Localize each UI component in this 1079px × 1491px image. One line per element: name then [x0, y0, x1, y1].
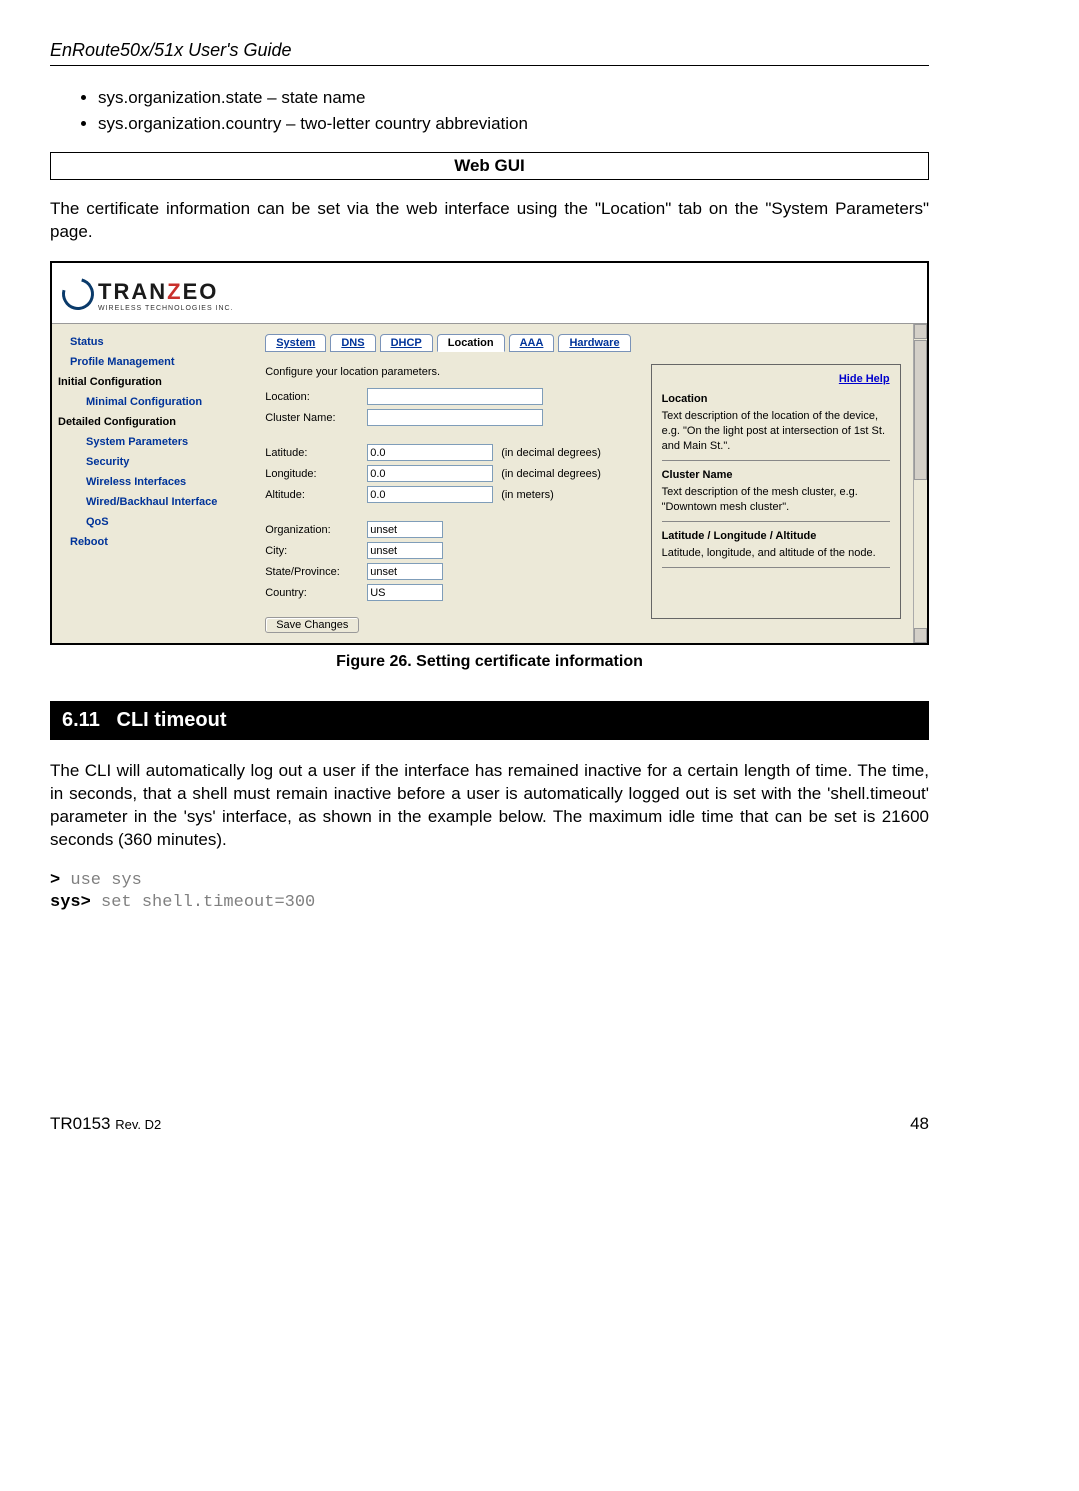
logo-text: TRANZEO [98, 279, 234, 305]
help-text-location: Text description of the location of the … [662, 409, 890, 454]
country-label: Country: [265, 587, 367, 599]
prompt: sys> [50, 893, 91, 912]
location-input[interactable] [367, 388, 543, 405]
prompt: > [50, 871, 60, 890]
sidebar-heading-initial: Initial Configuration [52, 372, 253, 392]
page-number: 48 [910, 1114, 929, 1134]
form-area: System DNS DHCP Location AAA Hardware Co… [265, 334, 630, 633]
tab-system[interactable]: System [265, 334, 326, 352]
footer-docid-rev: Rev. D2 [115, 1117, 161, 1132]
logo-subtext: WIRELESS TECHNOLOGIES INC. [98, 305, 234, 312]
brand-logo: TRANZEO WIRELESS TECHNOLOGIES INC. [56, 276, 234, 314]
command-text: use sys [60, 871, 142, 890]
screenshot-body: Status Profile Management Initial Config… [52, 324, 927, 643]
state-input[interactable] [367, 563, 443, 580]
help-panel: Hide Help Location Text description of t… [651, 364, 901, 619]
embedded-screenshot: TRANZEO WIRELESS TECHNOLOGIES INC. Statu… [50, 261, 929, 645]
tabs-row: System DNS DHCP Location AAA Hardware [265, 334, 630, 352]
bullet-list: sys.organization.state – state name sys.… [50, 86, 929, 136]
intro-paragraph: The certificate information can be set v… [50, 198, 929, 244]
sidebar-item-minimal-config[interactable]: Minimal Configuration [52, 392, 253, 412]
tab-dhcp[interactable]: DHCP [380, 334, 433, 352]
logo-swirl-icon [56, 276, 94, 314]
bullet-item: sys.organization.state – state name [98, 86, 929, 110]
help-heading-location: Location [662, 393, 890, 405]
logo-text-post: EO [183, 279, 219, 304]
help-text-cluster: Text description of the mesh cluster, e.… [662, 485, 890, 515]
bullet-item: sys.organization.country – two-letter co… [98, 112, 929, 136]
longitude-input[interactable] [367, 465, 493, 482]
longitude-hint: (in decimal degrees) [501, 468, 601, 480]
longitude-label: Longitude: [265, 468, 367, 480]
doc-header-title: EnRoute50x/51x User's Guide [50, 40, 929, 61]
help-heading-latlon: Latitude / Longitude / Altitude [662, 530, 890, 542]
latitude-input[interactable] [367, 444, 493, 461]
sidebar-item-reboot[interactable]: Reboot [52, 532, 253, 552]
organization-input[interactable] [367, 521, 443, 538]
sidebar-item-qos[interactable]: QoS [52, 512, 253, 532]
tab-dns[interactable]: DNS [330, 334, 375, 352]
cluster-input[interactable] [367, 409, 543, 426]
city-input[interactable] [367, 542, 443, 559]
state-label: State/Province: [265, 566, 367, 578]
latitude-hint: (in decimal degrees) [501, 447, 601, 459]
sidebar-heading-detailed: Detailed Configuration [52, 412, 253, 432]
location-label: Location: [265, 391, 367, 403]
figure-caption: Figure 26. Setting certificate informati… [50, 653, 929, 671]
city-label: City: [265, 545, 367, 557]
latitude-label: Latitude: [265, 447, 367, 459]
sidebar-item-profile-management[interactable]: Profile Management [52, 352, 253, 372]
sidebar-item-wireless-interfaces[interactable]: Wireless Interfaces [52, 472, 253, 492]
tab-hardware[interactable]: Hardware [558, 334, 630, 352]
hide-help-link[interactable]: Hide Help [662, 373, 890, 385]
code-block: > use sys sys> set shell.timeout=300 [50, 870, 929, 914]
logo-bar: TRANZEO WIRELESS TECHNOLOGIES INC. [52, 263, 927, 324]
sidebar-item-wired-backhaul[interactable]: Wired/Backhaul Interface [52, 492, 253, 512]
page-footer: TR0153 Rev. D2 48 [50, 1114, 929, 1134]
section-header: 6.11 CLI timeout [50, 701, 929, 740]
footer-docid-main: TR0153 [50, 1114, 115, 1133]
main-area: System DNS DHCP Location AAA Hardware Co… [253, 324, 912, 643]
sidebar-item-security[interactable]: Security [52, 452, 253, 472]
web-gui-heading: Web GUI [50, 152, 929, 180]
command-text: set shell.timeout=300 [91, 893, 315, 912]
sidebar-item-system-parameters[interactable]: System Parameters [52, 432, 253, 452]
altitude-hint: (in meters) [501, 489, 554, 501]
cluster-label: Cluster Name: [265, 412, 367, 424]
logo-text-z: Z [167, 279, 182, 304]
tab-aaa[interactable]: AAA [509, 334, 555, 352]
header-rule [50, 65, 929, 66]
sidebar: Status Profile Management Initial Config… [52, 324, 253, 643]
section-number: 6.11 [62, 709, 100, 731]
help-separator [662, 521, 890, 522]
cli-paragraph: The CLI will automatically log out a use… [50, 760, 929, 852]
tab-location[interactable]: Location [437, 334, 505, 352]
logo-text-pre: TRAN [98, 279, 167, 304]
vertical-scrollbar[interactable] [913, 324, 927, 643]
altitude-input[interactable] [367, 486, 493, 503]
form-intro-text: Configure your location parameters. [265, 366, 630, 378]
country-input[interactable] [367, 584, 443, 601]
footer-docid: TR0153 Rev. D2 [50, 1114, 161, 1134]
organization-label: Organization: [265, 524, 367, 536]
help-heading-cluster: Cluster Name [662, 469, 890, 481]
section-title: CLI timeout [117, 709, 227, 731]
save-changes-button[interactable]: Save Changes [265, 617, 359, 633]
help-separator [662, 460, 890, 461]
altitude-label: Altitude: [265, 489, 367, 501]
help-text-latlon: Latitude, longitude, and altitude of the… [662, 546, 890, 561]
scroll-thumb[interactable] [914, 340, 927, 480]
help-separator [662, 567, 890, 568]
sidebar-item-status[interactable]: Status [52, 332, 253, 352]
